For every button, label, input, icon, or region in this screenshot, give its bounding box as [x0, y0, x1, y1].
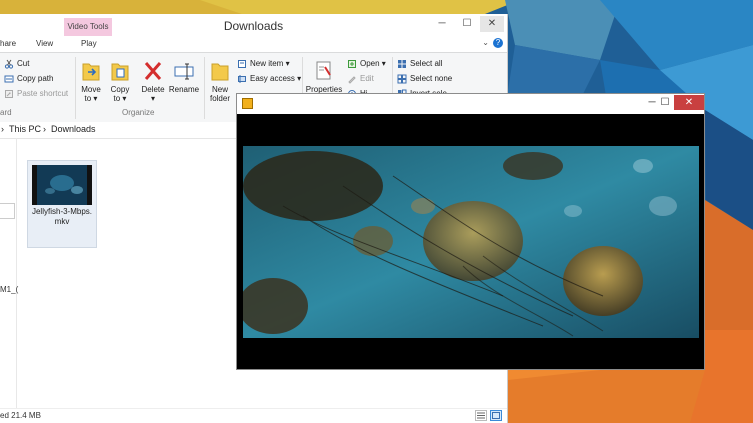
breadcrumb-this-pc[interactable]: This PC — [9, 124, 41, 134]
ribbon-expand-icon[interactable]: ⌄ — [482, 38, 489, 47]
paste-shortcut-button[interactable]: Paste shortcut — [4, 89, 68, 101]
rename-label: Rename — [168, 85, 200, 94]
film-strip-left — [32, 165, 37, 205]
large-icons-view-icon — [492, 412, 500, 419]
cut-label: Cut — [17, 59, 30, 69]
new-folder-icon — [209, 59, 231, 83]
file-name-line-1: Jellyfish-3-Mbps. — [31, 207, 92, 216]
delete-label: Delete — [141, 85, 165, 94]
tab-play[interactable]: Play — [81, 39, 97, 48]
new-folder-label-2: folder — [209, 94, 230, 103]
new-folder-button[interactable]: New folder — [207, 59, 233, 103]
move-to-label: Move — [81, 85, 101, 94]
player-titlebar: ─ ☐ ✕ — [237, 94, 704, 114]
open-icon — [347, 59, 357, 69]
select-all-label: Select all — [410, 59, 443, 69]
video-player-window: ─ ☐ ✕ — [236, 93, 705, 370]
delete-label-2: ▾ — [150, 94, 155, 103]
breadcrumb-separator: › — [43, 124, 46, 134]
tab-view[interactable]: View — [36, 39, 53, 48]
copy-path-button[interactable]: Copy path — [4, 74, 53, 86]
copy-to-label-2: to ▾ — [113, 94, 127, 103]
minimize-button[interactable]: ─ — [431, 16, 453, 32]
paste-shortcut-label: Paste shortcut — [17, 89, 69, 99]
file-item-jellyfish[interactable]: Jellyfish-3-Mbps. mkv — [27, 160, 97, 248]
scissors-icon — [4, 59, 14, 69]
delete-x-icon — [142, 59, 164, 83]
organize-group-label: Organize — [122, 108, 155, 117]
status-bar: ed 21.4 MB — [0, 408, 507, 423]
easy-access-button[interactable]: Easy access ▾ — [237, 74, 301, 86]
clipboard-group-label: ard — [0, 108, 12, 117]
move-to-button[interactable]: Move to ▾ — [79, 59, 103, 103]
copy-path-label: Copy path — [17, 74, 54, 84]
open-button[interactable]: Open ▾ — [347, 59, 386, 71]
breadcrumb-separator: › — [1, 124, 4, 134]
easy-access-icon — [237, 74, 247, 84]
ribbon-separator — [204, 57, 205, 119]
select-none-label: Select none — [410, 74, 453, 84]
player-close-button[interactable]: ✕ — [674, 95, 704, 110]
tab-share[interactable]: hare — [0, 39, 16, 48]
navigation-item-label[interactable]: M1_( — [0, 285, 18, 294]
new-item-button[interactable]: New item ▾ — [237, 59, 290, 71]
properties-button[interactable]: Properties — [305, 59, 343, 94]
copy-to-label: Copy — [110, 85, 130, 94]
properties-icon — [313, 59, 335, 83]
open-label: Open ▾ — [360, 59, 386, 69]
video-frame[interactable] — [243, 146, 699, 338]
copy-to-button[interactable]: Copy to ▾ — [108, 59, 132, 103]
details-view-button[interactable] — [475, 410, 487, 421]
select-none-button[interactable]: Select none — [397, 74, 452, 86]
move-to-icon — [80, 59, 102, 83]
ribbon-tabs: hare View Play ⌄ ? — [0, 36, 507, 52]
help-icon[interactable]: ? — [493, 38, 503, 48]
player-maximize-button[interactable]: ☐ — [654, 95, 676, 110]
details-view-icon — [477, 412, 485, 419]
edit-icon — [347, 74, 357, 84]
jellyfish-video-image — [243, 146, 699, 338]
large-icons-view-button[interactable] — [490, 410, 502, 421]
rename-icon — [173, 59, 195, 83]
edit-label: Edit — [360, 74, 374, 84]
edit-button[interactable]: Edit — [347, 74, 374, 86]
delete-button[interactable]: Delete ▾ — [140, 59, 166, 103]
new-folder-label: New — [211, 85, 228, 94]
copy-path-icon — [4, 74, 14, 84]
select-all-icon — [397, 59, 407, 69]
player-app-icon — [242, 98, 253, 109]
maximize-button[interactable]: ☐ — [456, 16, 478, 32]
film-strip-right — [87, 165, 92, 205]
video-file-icon — [32, 165, 92, 205]
close-button[interactable]: ✕ — [480, 16, 504, 32]
easy-access-label: Easy access ▾ — [250, 74, 302, 84]
explorer-titlebar: Video Tools Downloads ─ ☐ ✕ — [0, 14, 507, 36]
ribbon-separator — [75, 57, 76, 119]
new-item-icon — [237, 59, 247, 69]
copy-to-icon — [109, 59, 131, 83]
file-name: Jellyfish-3-Mbps. mkv — [28, 207, 96, 227]
file-name-line-2: mkv — [54, 217, 70, 226]
select-all-button[interactable]: Select all — [397, 59, 442, 71]
rename-button[interactable]: Rename — [168, 59, 200, 94]
cut-button[interactable]: Cut — [4, 59, 29, 71]
new-item-label: New item ▾ — [250, 59, 290, 69]
navigation-pane: M1_( — [0, 138, 18, 408]
select-none-icon — [397, 74, 407, 84]
move-to-label-2: to ▾ — [84, 94, 98, 103]
breadcrumb-downloads[interactable]: Downloads — [51, 124, 96, 134]
navigation-pane-item[interactable] — [0, 203, 15, 219]
status-text: ed 21.4 MB — [0, 411, 41, 420]
paste-shortcut-icon — [4, 89, 14, 99]
